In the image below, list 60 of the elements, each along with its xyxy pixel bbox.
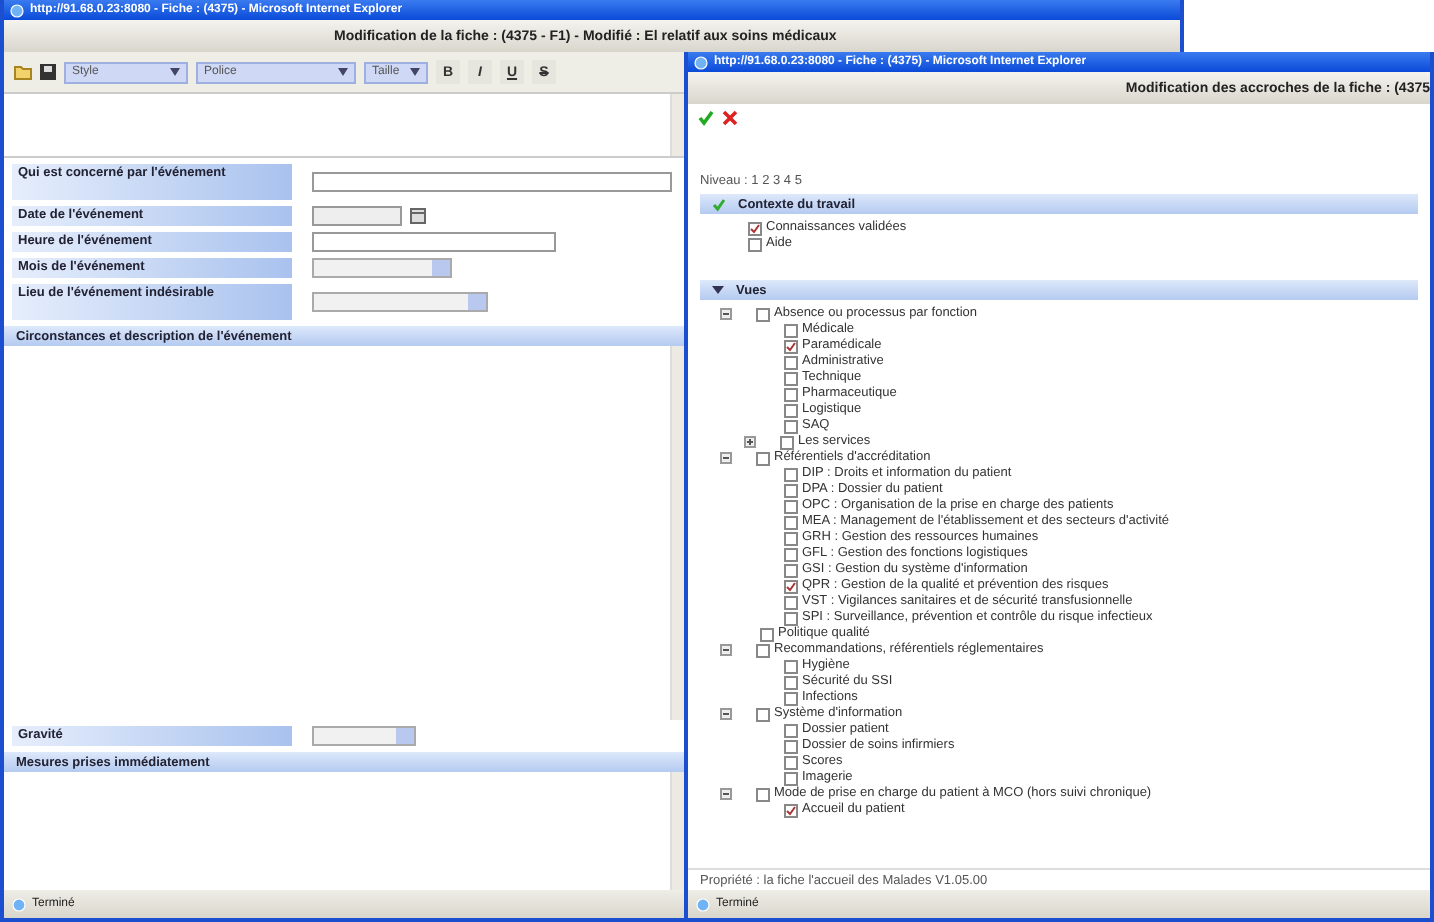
checkbox[interactable] [784,339,798,353]
browser-icon [696,897,710,911]
expand-icon[interactable] [744,436,756,448]
checkbox[interactable] [784,755,798,769]
caret-icon [410,68,420,76]
text-field[interactable] [312,172,672,192]
collapse-icon[interactable] [720,708,732,720]
close-icon[interactable] [722,110,738,126]
dropdown[interactable] [312,258,452,278]
checkbox[interactable] [784,371,798,385]
checkbox[interactable] [748,237,762,251]
browser-icon [694,55,708,69]
collapse-icon[interactable] [720,308,732,320]
checkmark-icon[interactable] [698,110,714,126]
checkbox[interactable] [756,787,770,801]
checkbox[interactable] [760,627,774,641]
checkbox[interactable] [784,355,798,369]
checkbox[interactable] [784,659,798,673]
checkbox[interactable] [784,771,798,785]
calendar-icon[interactable] [410,208,426,224]
checkbox[interactable] [784,803,798,817]
checkbox[interactable] [784,579,798,593]
browser-icon [12,897,26,911]
checkbox[interactable] [756,451,770,465]
checkbox[interactable] [784,563,798,577]
dropdown[interactable] [312,292,488,312]
triangle-down-icon [712,284,724,296]
checkbox[interactable] [784,483,798,497]
checkbox[interactable] [756,707,770,721]
save-icon[interactable] [40,64,56,80]
checkbox[interactable] [756,643,770,657]
collapse-icon[interactable] [720,452,732,464]
collapse-icon[interactable] [720,644,732,656]
checkbox[interactable] [784,547,798,561]
checkbox[interactable] [784,531,798,545]
checkmark-icon [712,197,726,211]
checkbox[interactable] [784,611,798,625]
checkbox[interactable] [784,387,798,401]
checkbox[interactable] [784,467,798,481]
checkbox[interactable] [756,307,770,321]
checkbox[interactable] [784,323,798,337]
checkbox[interactable] [780,435,794,449]
checkbox[interactable] [784,675,798,689]
checkbox[interactable] [748,221,762,235]
checkbox[interactable] [784,515,798,529]
browser-icon [10,3,24,17]
caret-icon [170,68,180,76]
checkbox[interactable] [784,691,798,705]
checkbox[interactable] [784,403,798,417]
checkbox[interactable] [784,419,798,433]
checkbox[interactable] [784,595,798,609]
dropdown[interactable] [312,726,416,747]
folder-icon[interactable] [14,64,32,80]
date-field[interactable] [312,206,402,226]
time-field[interactable] [312,232,556,252]
caret-icon [338,68,348,76]
checkbox[interactable] [784,723,798,737]
checkbox[interactable] [784,499,798,513]
checkbox[interactable] [784,739,798,753]
collapse-icon[interactable] [720,788,732,800]
